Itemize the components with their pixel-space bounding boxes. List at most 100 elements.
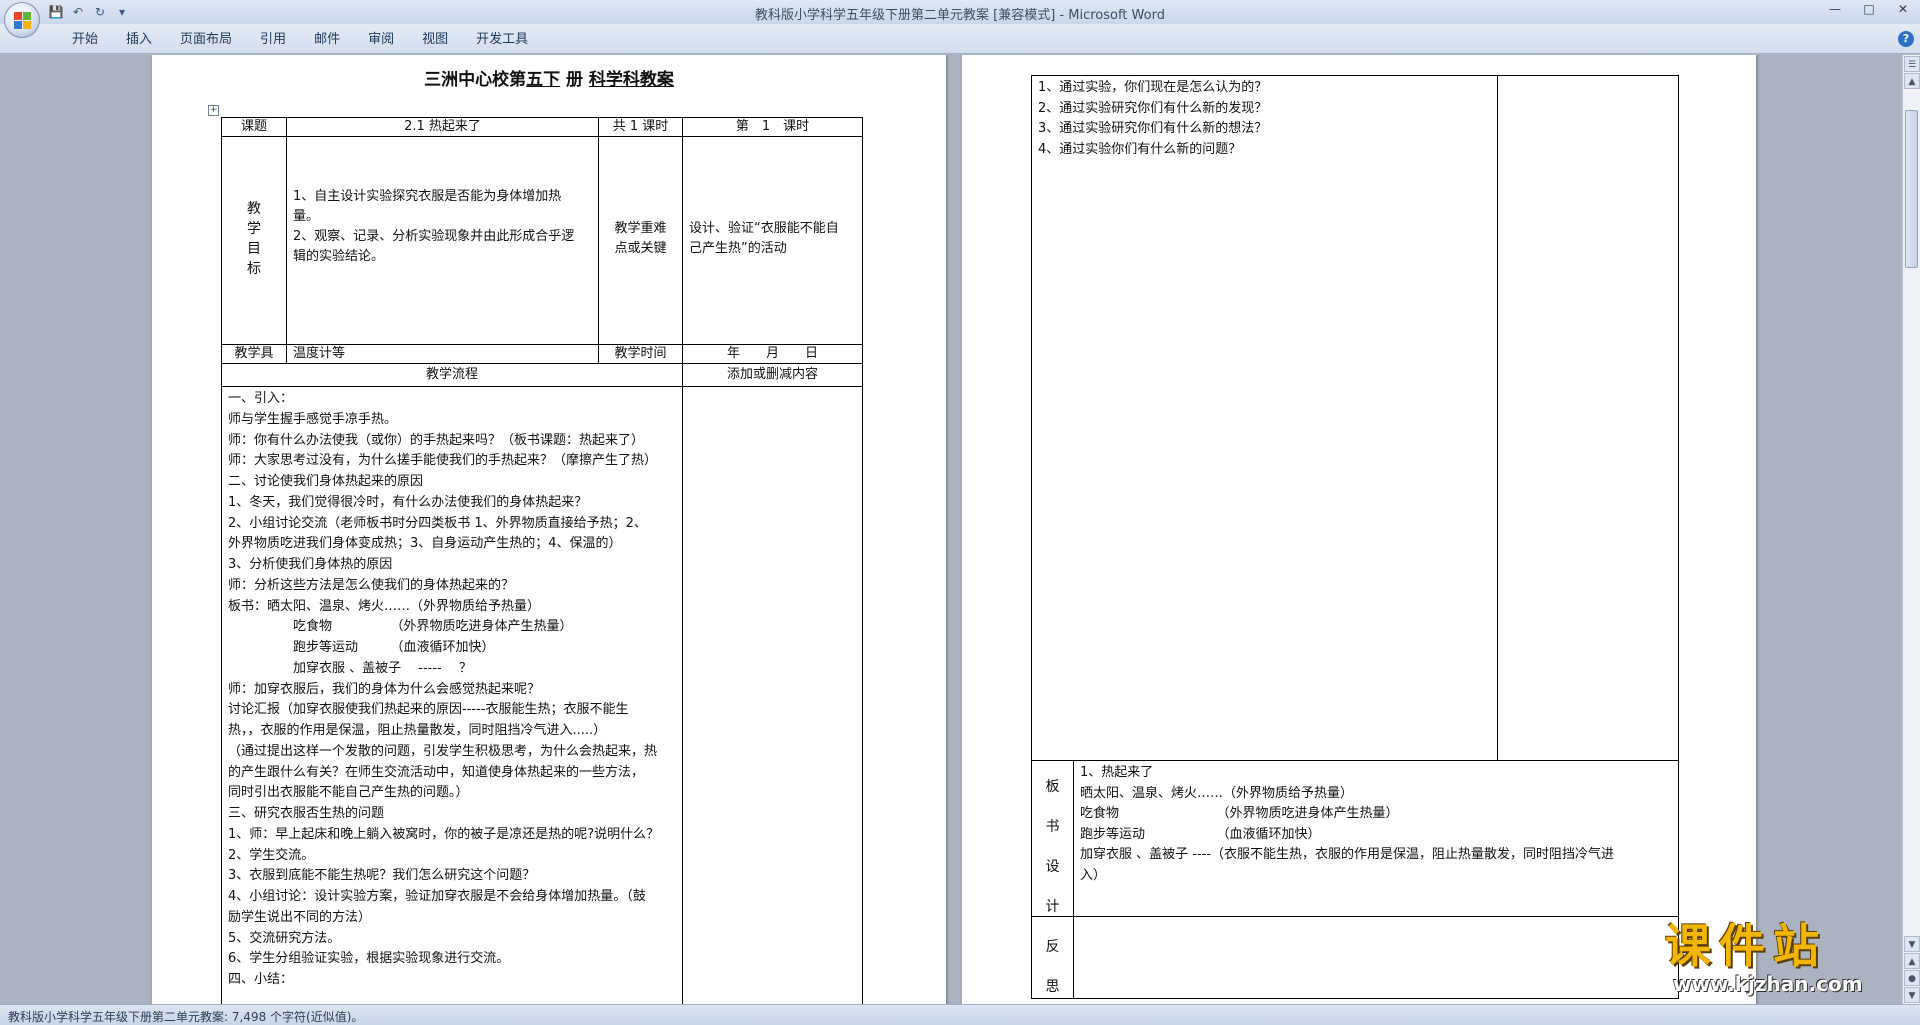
cell-flow-label: 教学流程 <box>221 363 683 387</box>
flow-line: 1、师：早上起床和晚上躺入被窝时，你的被子是凉还是热的呢?说明什么？ <box>228 826 660 842</box>
tab-home[interactable]: 开始 <box>58 31 112 49</box>
office-logo-icon <box>14 12 32 30</box>
cell-topic-label: 课题 <box>221 117 287 137</box>
scroll-bottom-controls: ▼ ▲ ● ▼ <box>1903 935 1920 1004</box>
reflect-label-char: 思 <box>1045 979 1060 995</box>
ruler-toggle-icon[interactable]: ☰ <box>1904 56 1920 72</box>
help-icon[interactable]: ? <box>1898 31 1914 47</box>
key-line: 设计、验证“衣服能不能自 <box>689 221 839 236</box>
cell-board-label: 板 书 设 计 <box>1031 760 1074 917</box>
goals-text: 1、自主设计实验探究衣服是否能为身体增加热 量。 2、观察、记录、分析实验现象并… <box>293 187 574 267</box>
key-label-line: 教学重难 <box>614 221 667 236</box>
next-page-icon[interactable]: ▼ <box>1904 987 1920 1003</box>
flow-line: 励学生说出不同的方法） <box>228 909 372 925</box>
select-browse-object-icon[interactable]: ● <box>1904 970 1920 986</box>
flow-line: 一、引入： <box>228 391 294 406</box>
board-label-char: 设 <box>1045 859 1060 875</box>
scroll-up-icon[interactable]: ▲ <box>1904 73 1920 89</box>
cell-questions-notes[interactable] <box>1497 75 1679 761</box>
tools-label: 教学具 <box>234 346 274 361</box>
maximize-button[interactable]: □ <box>1852 0 1886 20</box>
tab-review[interactable]: 审阅 <box>354 31 408 49</box>
goals-label-char: 目 <box>247 241 261 257</box>
window-title: 教科版小学科学五年级下册第二单元教案 [兼容模式] - Microsoft Wo… <box>755 8 1165 23</box>
page-title: 三洲中心校第五下 册 科学科教案 <box>152 65 946 90</box>
cell-goals-label: 教 学 目 标 <box>221 136 287 345</box>
page-left[interactable]: 三洲中心校第五下 册 科学科教案 + 课题 2.1 热起来了 共 1 课时 第 … <box>152 55 946 1004</box>
title-bar: 💾 ↶ ↻ ▾ 教科版小学科学五年级下册第二单元教案 [兼容模式] - Micr… <box>0 0 1920 24</box>
previous-page-icon[interactable]: ▲ <box>1904 953 1920 969</box>
board-text: 1、热起来了 晒太阳、温泉、烤火……（外界物质给予热量） 吃食物 （外界物质吃进… <box>1080 763 1614 886</box>
key-label: 教学重难 点或关键 <box>599 219 682 259</box>
tab-references[interactable]: 引用 <box>246 31 300 49</box>
page-right[interactable]: 1、通过实验，你们现在是怎么认为的？ 2、通过实验研究你们有什么新的发现？ 3、… <box>962 55 1756 1004</box>
flow-line: 同时引出衣服能不能自己产生热的问题。） <box>228 785 469 801</box>
flow-line: 二、讨论使我们身体热起来的原因 <box>228 474 424 489</box>
board-line: 1、热起来了 <box>1080 765 1154 780</box>
flow-line: 6、学生分组验证实验，根据实验现象进行交流。 <box>228 951 510 967</box>
current-period: 第 1 课时 <box>735 119 810 134</box>
board-label-char: 板 <box>1045 779 1060 795</box>
goal-line: 2、观察、记录、分析实验现象并由此形成合乎逻 <box>293 229 575 244</box>
flow-line: 板书：晒太阳、温泉、烤火……（外界物质给予热量） <box>228 598 541 614</box>
cell-topic[interactable]: 2.1 热起来了 <box>286 117 599 137</box>
flow-line: 师：分析这些方法是怎么使我们的身体热起来的？ <box>228 577 515 593</box>
close-button[interactable]: ✕ <box>1886 0 1920 20</box>
status-bar: 教科版小学科学五年级下册第二单元教案: 7,498 个字符(近似值)。 <box>0 1004 1920 1025</box>
add-label: 添加或删减内容 <box>726 367 818 382</box>
cell-reflect[interactable] <box>1073 916 1679 999</box>
flow-line: （通过提出这样一个发散的问题，引发学生积极思考，为什么会热起来，热 <box>228 743 658 759</box>
flow-line: 4、小组讨论：设计实验方案，验证加穿衣服是不会给身体增加热量。（鼓 <box>228 889 646 904</box>
board-label-char: 书 <box>1045 819 1060 835</box>
cell-tools[interactable]: 温度计等 <box>286 344 599 364</box>
goals-label-char: 学 <box>247 221 261 237</box>
cell-board-design[interactable]: 1、热起来了 晒太阳、温泉、烤火……（外界物质给予热量） 吃食物 （外界物质吃进… <box>1073 760 1679 917</box>
scroll-thumb[interactable] <box>1905 110 1918 268</box>
flow-line: 2、小组讨论交流（老师板书时分四类板书 1、外界物质直接给予热；2、 <box>228 515 647 531</box>
status-text[interactable]: 教科版小学科学五年级下册第二单元教案: 7,498 个字符(近似值)。 <box>8 1008 363 1025</box>
flow-label: 教学流程 <box>425 367 478 382</box>
cell-key-label: 教学重难 点或关键 <box>598 136 683 345</box>
scroll-down-icon[interactable]: ▼ <box>1904 936 1920 952</box>
tab-mailings[interactable]: 邮件 <box>300 31 354 49</box>
title-school: 三洲中心校第 <box>424 70 527 90</box>
cell-time[interactable]: 年 月 日 <box>682 344 863 364</box>
key-text: 设计、验证“衣服能不能自 己产生热”的活动 <box>689 219 839 259</box>
question-line: 4、通过实验你们有什么新的问题？ <box>1038 141 1242 157</box>
kjzhan-watermark-logo: 课件站 www.kjzhan.com <box>1665 920 1905 1004</box>
flow-line: 跑步等运动 （血液循环加快） <box>228 640 495 655</box>
tab-developer[interactable]: 开发工具 <box>462 31 542 49</box>
reflect-label: 反 思 <box>1032 927 1073 1004</box>
reflect-label-char: 反 <box>1045 939 1060 955</box>
cell-add-label: 添加或删减内容 <box>682 363 863 387</box>
tab-view[interactable]: 视图 <box>408 31 462 49</box>
table-move-handle-icon[interactable]: + <box>208 105 219 116</box>
goals-label-char: 标 <box>247 261 261 277</box>
cell-goals[interactable]: 1、自主设计实验探究衣服是否能为身体增加热 量。 2、观察、记录、分析实验现象并… <box>286 136 599 345</box>
ribbon-tabs: 开始 插入 页面布局 引用 邮件 审阅 视图 开发工具 <box>58 31 542 49</box>
key-line: 己产生热”的活动 <box>689 241 787 256</box>
cell-total-periods[interactable]: 共 1 课时 <box>598 117 683 137</box>
board-line: 入） <box>1080 867 1107 883</box>
watermark-url: www.kjzhan.com <box>1673 972 1863 996</box>
document-workspace[interactable]: 三洲中心校第五下 册 科学科教案 + 课题 2.1 热起来了 共 1 课时 第 … <box>0 55 1902 1004</box>
cell-questions[interactable]: 1、通过实验，你们现在是怎么认为的？ 2、通过实验研究你们有什么新的发现？ 3、… <box>1031 75 1498 761</box>
flow-text: 一、引入： 师与学生握手感觉手凉手热。 师：你有什么办法使我（或你）的手热起来吗？（… <box>228 389 659 991</box>
cell-add-content[interactable] <box>682 386 863 1004</box>
vertical-scrollbar[interactable]: ☰ ▲ ▼ ▲ ● ▼ <box>1902 55 1920 1004</box>
tab-page-layout[interactable]: 页面布局 <box>166 31 246 49</box>
flow-line: 吃食物 （外界物质吃进身体产生热量） <box>228 619 573 635</box>
cell-time-label: 教学时间 <box>598 344 683 364</box>
cell-flow-content[interactable]: 一、引入： 师与学生握手感觉手凉手热。 师：你有什么办法使我（或你）的手热起来吗？（… <box>221 386 683 1004</box>
cell-tools-label: 教学具 <box>221 344 287 364</box>
flow-line: 3、分析使我们身体热的原因 <box>228 557 393 572</box>
cell-current-period[interactable]: 第 1 课时 <box>682 117 863 137</box>
window-controls: — □ ✕ <box>1818 0 1920 20</box>
minimize-button[interactable]: — <box>1818 0 1852 20</box>
title-volume: 册 <box>566 70 583 90</box>
question-line: 2、通过实验研究你们有什么新的发现？ <box>1038 100 1268 116</box>
tab-insert[interactable]: 插入 <box>112 31 166 49</box>
flow-line: 热，，衣服的作用是保温，阻止热量散发，同时阻挡冷气进入.....） <box>228 723 607 738</box>
cell-key-points[interactable]: 设计、验证“衣服能不能自 己产生热”的活动 <box>682 136 863 345</box>
office-button[interactable] <box>4 2 40 38</box>
